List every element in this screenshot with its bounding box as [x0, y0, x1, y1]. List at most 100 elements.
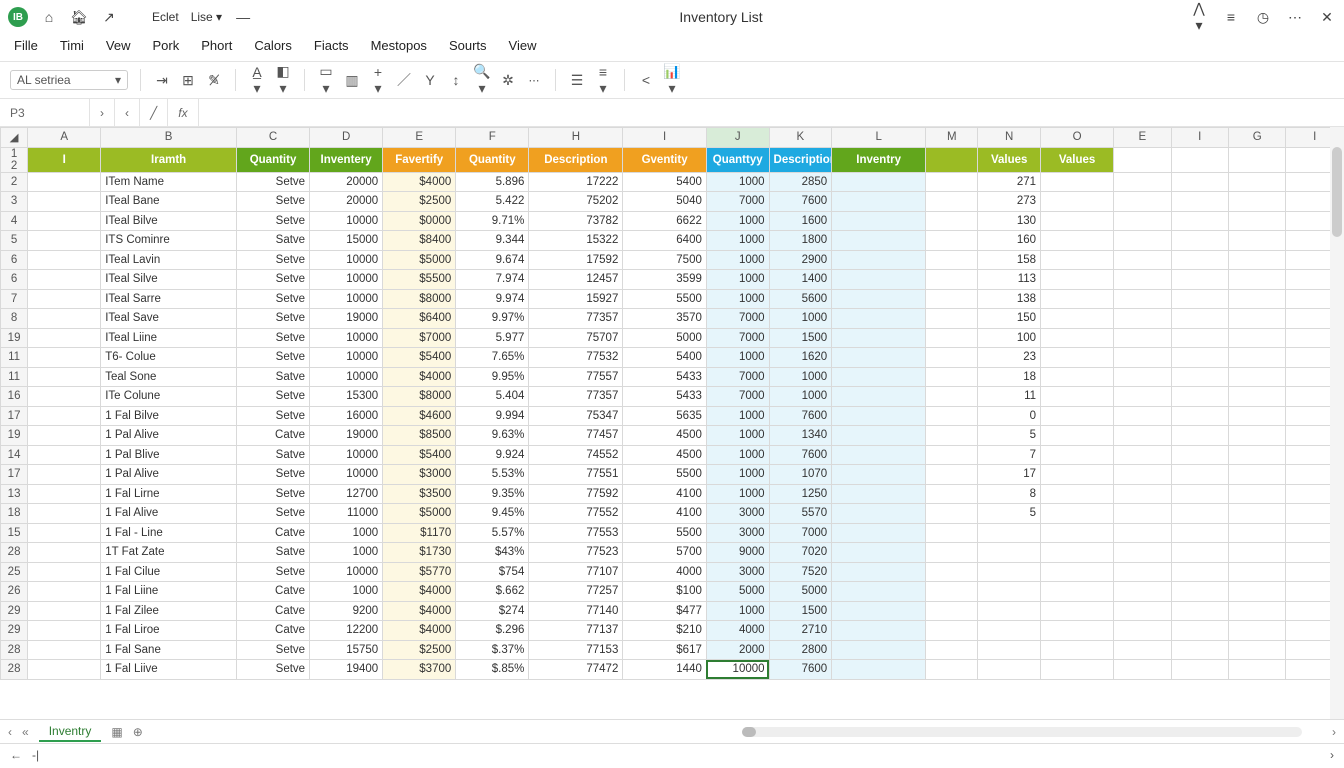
cell[interactable]: $5000 — [383, 504, 456, 524]
cell[interactable]: 12200 — [310, 621, 383, 641]
col-header[interactable]: B — [101, 128, 237, 148]
cell[interactable]: 77472 — [529, 660, 623, 680]
cell[interactable] — [1171, 523, 1228, 543]
cell[interactable]: $1170 — [383, 523, 456, 543]
menu-calors[interactable]: Calors — [254, 38, 292, 53]
cell[interactable]: Setve — [236, 250, 309, 270]
cell[interactable] — [1041, 445, 1114, 465]
cell[interactable]: Setve — [236, 660, 309, 680]
cell[interactable] — [28, 640, 101, 660]
cell[interactable]: $4000 — [383, 367, 456, 387]
cell[interactable]: 7600 — [769, 192, 832, 212]
cell[interactable]: Setve — [236, 309, 309, 329]
cell[interactable]: 10000 — [310, 328, 383, 348]
col-header[interactable]: M — [926, 128, 978, 148]
row-header[interactable]: 28 — [1, 543, 28, 563]
cell[interactable]: $477 — [623, 601, 707, 621]
cell[interactable] — [1171, 426, 1228, 446]
font-color-icon[interactable]: A̲ ▾ — [248, 64, 266, 97]
cell[interactable] — [28, 445, 101, 465]
cell[interactable]: Setve — [236, 387, 309, 407]
cell[interactable]: 9.994 — [456, 406, 529, 426]
row-header[interactable]: 7 — [1, 289, 28, 309]
search-icon[interactable]: 🔍 ▾ — [473, 63, 491, 97]
cell[interactable] — [926, 640, 978, 660]
cell[interactable] — [926, 484, 978, 504]
menu-mestopos[interactable]: Mestopos — [371, 38, 427, 53]
cell[interactable]: 1400 — [769, 270, 832, 290]
cell[interactable] — [1171, 192, 1228, 212]
cell[interactable] — [28, 250, 101, 270]
cell[interactable] — [1114, 562, 1171, 582]
cell[interactable]: 1000 — [706, 289, 769, 309]
cell[interactable]: Setve — [236, 270, 309, 290]
cell[interactable]: $3000 — [383, 465, 456, 485]
row-header[interactable]: 19 — [1, 426, 28, 446]
cell[interactable]: 10000 — [310, 270, 383, 290]
cell[interactable]: Setve — [236, 211, 309, 231]
sheet-tab-inventry[interactable]: Inventry — [39, 722, 102, 742]
cell[interactable]: $5000 — [383, 250, 456, 270]
cell[interactable]: 7.974 — [456, 270, 529, 290]
cell[interactable]: $754 — [456, 562, 529, 582]
cell[interactable] — [1114, 192, 1171, 212]
cell[interactable]: Catve — [236, 621, 309, 641]
cell[interactable]: $8000 — [383, 289, 456, 309]
cell[interactable] — [1041, 562, 1114, 582]
cell[interactable]: 4500 — [623, 445, 707, 465]
app-icon[interactable]: IB — [8, 7, 28, 27]
cell[interactable]: 2000 — [706, 640, 769, 660]
edit-icon[interactable]: ／ — [395, 70, 413, 90]
row-header[interactable]: 11 — [1, 367, 28, 387]
columns-icon[interactable]: ▥ — [343, 72, 361, 89]
cell[interactable] — [926, 270, 978, 290]
row-header[interactable]: 5 — [1, 231, 28, 251]
cell[interactable] — [832, 484, 926, 504]
cell[interactable]: 20000 — [310, 172, 383, 192]
cell[interactable]: 5.896 — [456, 172, 529, 192]
cell[interactable]: 18 — [978, 367, 1041, 387]
cell[interactable] — [832, 387, 926, 407]
row-header[interactable]: 6 — [1, 270, 28, 290]
col-header[interactable]: I — [623, 128, 707, 148]
cell[interactable] — [832, 289, 926, 309]
cell[interactable]: 5.977 — [456, 328, 529, 348]
cell[interactable]: ITe Colune — [101, 387, 237, 407]
cell[interactable] — [1041, 543, 1114, 563]
cell[interactable] — [1229, 387, 1286, 407]
cell[interactable] — [1114, 484, 1171, 504]
cell[interactable] — [1041, 660, 1114, 680]
cell[interactable]: ITeal Save — [101, 309, 237, 329]
cell[interactable]: ITeal Bilve — [101, 211, 237, 231]
formula-input[interactable] — [199, 99, 1344, 126]
cell[interactable]: 1 Fal Bilve — [101, 406, 237, 426]
cell[interactable]: 77140 — [529, 601, 623, 621]
cell[interactable] — [978, 582, 1041, 602]
col-header[interactable]: A — [28, 128, 101, 148]
cell[interactable] — [28, 621, 101, 641]
share-icon[interactable]: ↗ — [100, 9, 118, 26]
cell[interactable]: 77357 — [529, 387, 623, 407]
cell[interactable]: 77553 — [529, 523, 623, 543]
cell[interactable]: 7 — [978, 445, 1041, 465]
cell[interactable] — [978, 621, 1041, 641]
row-header[interactable]: 25 — [1, 562, 28, 582]
cell[interactable] — [926, 523, 978, 543]
cell[interactable]: $5770 — [383, 562, 456, 582]
menu-sourts[interactable]: Sourts — [449, 38, 487, 53]
cell[interactable] — [1114, 328, 1171, 348]
cell[interactable] — [926, 601, 978, 621]
cell[interactable] — [1114, 250, 1171, 270]
cell[interactable]: 1000 — [706, 172, 769, 192]
cell[interactable]: $7000 — [383, 328, 456, 348]
cell[interactable]: 5000 — [706, 582, 769, 602]
cell[interactable] — [1229, 231, 1286, 251]
cell[interactable]: 10000 — [310, 465, 383, 485]
cell[interactable]: 5000 — [769, 582, 832, 602]
cell[interactable] — [1229, 211, 1286, 231]
cell[interactable]: 9.974 — [456, 289, 529, 309]
cell[interactable] — [832, 562, 926, 582]
cell[interactable]: $6400 — [383, 309, 456, 329]
col-header[interactable]: H — [529, 128, 623, 148]
cell[interactable]: 10000 — [310, 367, 383, 387]
